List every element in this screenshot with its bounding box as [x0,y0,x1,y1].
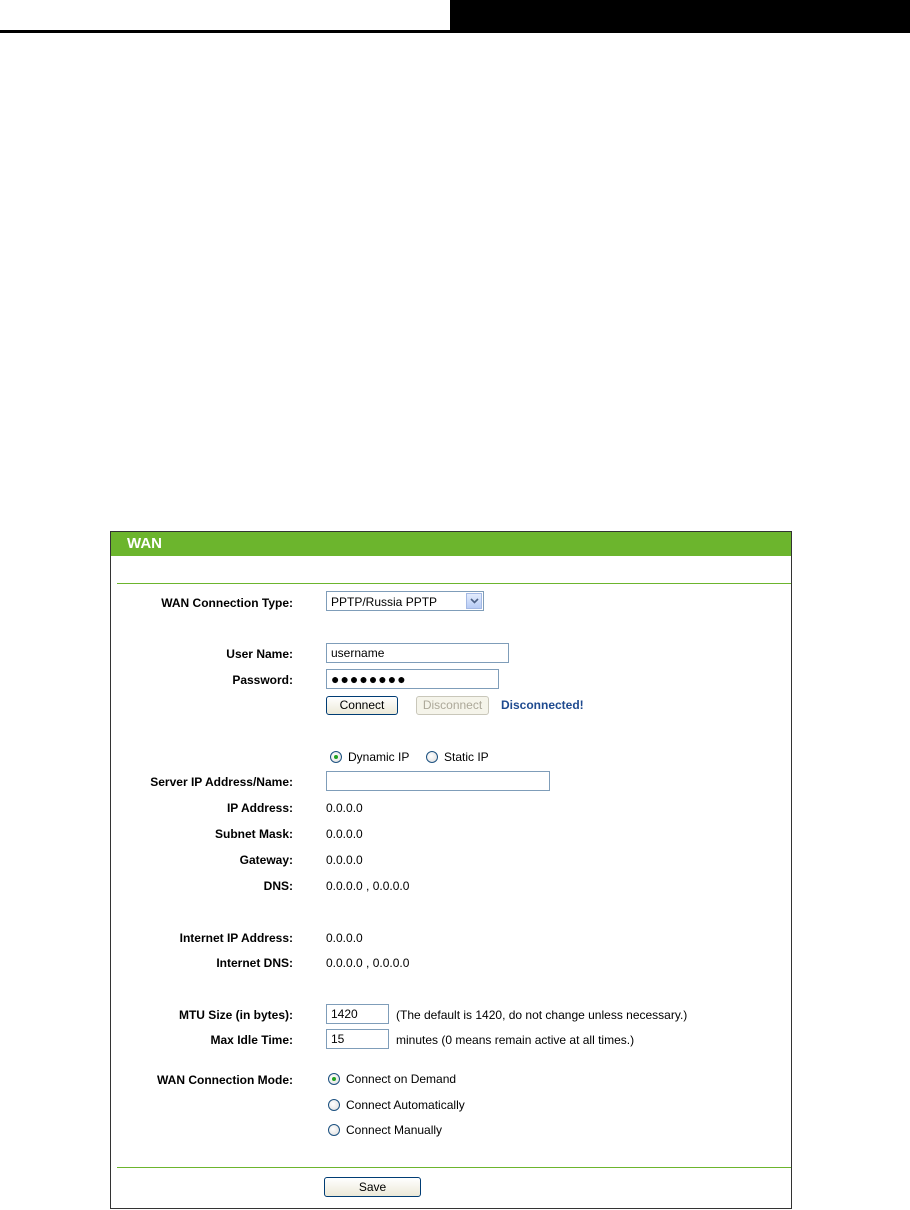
connect-manually-label: Connect Manually [346,1123,443,1137]
disconnect-button[interactable]: Disconnect [416,696,489,715]
mtu-label: MTU Size (in bytes): [178,1008,293,1022]
wan-settings-panel: WAN WAN Connection Type: PPTP/Russia PPT… [110,531,792,1209]
connect-button[interactable]: Connect [326,696,398,715]
max-idle-input[interactable]: 15 [326,1029,389,1049]
server-ip-label: Server IP Address/Name: [150,775,293,789]
ip-address-value: 0.0.0.0 [326,801,363,815]
ip-address-label: IP Address: [226,801,293,815]
gateway-value: 0.0.0.0 [326,853,363,867]
static-ip-label: Static IP [444,750,489,764]
static-ip-radio[interactable] [426,751,438,763]
wan-connection-type-label: WAN Connection Type: [161,596,293,610]
save-button[interactable]: Save [324,1177,421,1197]
max-idle-hint: minutes (0 means remain active at all ti… [396,1033,635,1047]
connect-manually-radio[interactable] [328,1124,340,1136]
dns-value: 0.0.0.0 , 0.0.0.0 [326,879,410,893]
password-label: Password: [232,673,293,687]
gateway-label: Gateway: [239,853,293,867]
max-idle-label: Max Idle Time: [210,1033,293,1047]
subnet-mask-label: Subnet Mask: [214,827,293,841]
wan-connection-type-value: PPTP/Russia PPTP [331,595,438,609]
mtu-input[interactable]: 1420 [326,1004,389,1024]
chevron-down-icon[interactable] [466,593,482,609]
password-input[interactable]: ●●●●●●●● [326,669,499,689]
connect-on-demand-label: Connect on Demand [346,1072,457,1086]
internet-ip-value: 0.0.0.0 [326,931,363,945]
connection-status: Disconnected! [501,698,584,712]
document-header-rule [0,30,450,33]
divider-top [117,583,791,584]
username-input[interactable]: username [326,643,509,663]
mtu-hint: (The default is 1420, do not change unle… [396,1008,688,1022]
wan-connection-type-select[interactable]: PPTP/Russia PPTP [326,591,484,611]
dynamic-ip-label: Dynamic IP [348,750,410,764]
internet-dns-value: 0.0.0.0 , 0.0.0.0 [326,956,410,970]
dynamic-ip-radio[interactable] [330,751,342,763]
divider-bottom [117,1167,791,1168]
connect-automatically-label: Connect Automatically [346,1098,465,1112]
connect-on-demand-radio[interactable] [328,1073,340,1085]
internet-ip-label: Internet IP Address: [179,931,293,945]
document-header-block [450,0,910,33]
panel-title: WAN [111,532,791,556]
dns-label: DNS: [263,879,293,893]
internet-dns-label: Internet DNS: [216,956,293,970]
username-label: User Name: [226,647,293,661]
wan-connection-mode-label: WAN Connection Mode: [157,1073,293,1087]
connect-automatically-radio[interactable] [328,1099,340,1111]
server-ip-input[interactable] [326,771,550,791]
subnet-mask-value: 0.0.0.0 [326,827,363,841]
